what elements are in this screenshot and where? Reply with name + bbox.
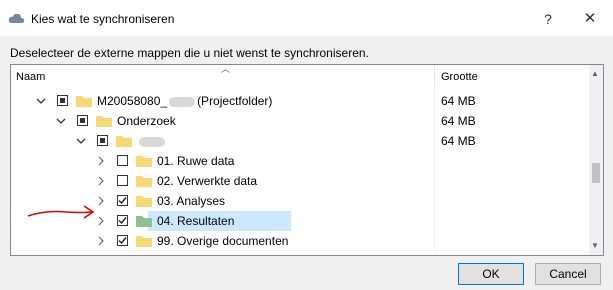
tree-row[interactable]: M20058080_ (Projectfolder) 64 MB — [11, 91, 589, 111]
folder-icon — [136, 196, 152, 207]
folder-label: M20058080_ (Projectfolder) — [97, 94, 273, 108]
chevron-right-icon[interactable] — [95, 234, 107, 248]
folder-checkbox[interactable] — [117, 155, 128, 166]
tree-row[interactable]: 02. Verwerkte data — [11, 171, 589, 191]
column-header: ︿ Naam Grootte — [11, 65, 589, 87]
window-title: Kies wat te synchroniseren — [31, 12, 175, 26]
folder-label — [137, 134, 167, 148]
folder-tree[interactable]: ︿ Naam Grootte M20058080_ (Projectfolder)… — [10, 64, 604, 256]
tree-row[interactable]: Onderzoek 64 MB — [11, 111, 589, 131]
chevron-right-icon[interactable] — [95, 194, 107, 208]
column-size-header[interactable]: Grootte — [441, 71, 478, 83]
folder-checkbox[interactable] — [117, 195, 128, 206]
vertical-scrollbar[interactable]: ▲ ▼ — [589, 65, 603, 255]
folder-size: 64 MB — [441, 114, 476, 128]
folder-checkbox[interactable] — [97, 135, 108, 146]
folder-icon — [76, 96, 92, 107]
folder-checkbox[interactable] — [117, 215, 128, 226]
folder-label: 99. Overige documenten — [157, 234, 289, 248]
column-name-header[interactable]: Naam — [16, 71, 45, 83]
folder-icon — [136, 156, 152, 167]
ok-button[interactable]: OK — [458, 263, 524, 285]
tree-row-selected[interactable]: 04. Resultaten — [11, 211, 589, 231]
folder-icon — [95, 254, 113, 256]
folder-icon — [136, 176, 152, 187]
folder-checkbox[interactable] — [77, 115, 88, 126]
tree-row[interactable]: 03. Analyses — [11, 191, 589, 211]
folder-label: 04. Resultaten — [157, 214, 235, 228]
sort-arrow-icon: ︿ — [221, 64, 231, 74]
column-separator[interactable] — [434, 65, 435, 87]
redacted-text — [139, 136, 165, 147]
checkmark-icon — [118, 237, 127, 245]
folder-checkbox[interactable] — [57, 95, 68, 106]
chevron-down-icon[interactable] — [35, 94, 47, 108]
checkmark-icon — [118, 217, 127, 225]
scrollbar-thumb[interactable] — [592, 163, 600, 183]
folder-label: 01. Ruwe data — [157, 154, 235, 168]
chevron-right-icon[interactable] — [95, 174, 107, 188]
folder-icon — [136, 236, 152, 247]
folder-icon — [96, 116, 112, 127]
tree-row[interactable]: 01. Ruwe data — [11, 151, 589, 171]
tree-row[interactable]: 64 MB — [11, 131, 589, 151]
folder-label: Onderzoek — [117, 114, 176, 128]
folder-checkbox[interactable] — [117, 175, 128, 186]
scroll-down-icon[interactable]: ▼ — [591, 241, 599, 250]
help-button[interactable]: ? — [528, 8, 568, 30]
redacted-text — [169, 96, 196, 107]
instruction-text: Deselecteer de externe mappen die u niet… — [10, 46, 369, 60]
cancel-button[interactable]: Cancel — [535, 263, 601, 285]
arrow-annotation-icon — [27, 205, 95, 219]
folder-checkbox[interactable] — [117, 235, 128, 246]
chevron-down-icon[interactable] — [75, 134, 87, 148]
folder-icon — [136, 216, 152, 227]
close-button[interactable]: ✕ — [570, 8, 610, 30]
chevron-right-icon[interactable] — [55, 254, 67, 256]
folder-size: 64 MB — [441, 134, 476, 148]
tree-row[interactable]: 99. Overige documenten — [11, 231, 589, 251]
tree-row-partial[interactable] — [11, 251, 589, 256]
folder-label: 02. Verwerkte data — [157, 174, 258, 188]
folder-icon — [116, 136, 132, 147]
title-bar: Kies wat te synchroniseren ? ✕ — [0, 0, 613, 36]
checkmark-icon — [118, 197, 127, 205]
sync-dialog: Kies wat te synchroniseren ? ✕ Deselecte… — [0, 0, 613, 290]
chevron-right-icon[interactable] — [95, 214, 107, 228]
chevron-right-icon[interactable] — [95, 154, 107, 168]
scroll-up-icon[interactable]: ▲ — [591, 69, 599, 78]
cloud-icon — [8, 13, 25, 23]
folder-checkbox[interactable] — [77, 255, 88, 256]
folder-label: 03. Analyses — [157, 194, 226, 208]
folder-size: 64 MB — [441, 94, 476, 108]
chevron-down-icon[interactable] — [55, 114, 67, 128]
